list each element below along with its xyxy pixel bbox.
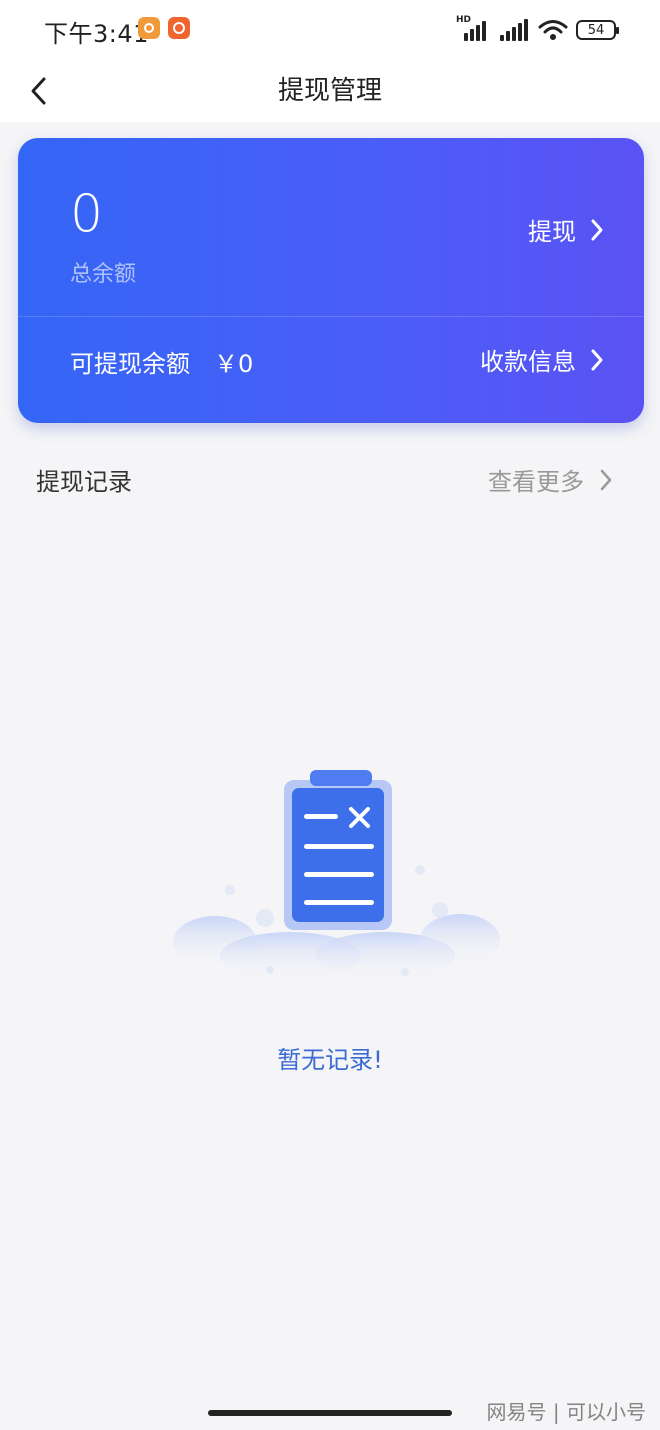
clipboard-empty-icon	[173, 770, 500, 980]
chevron-right-icon	[591, 219, 603, 240]
page-title: 提现管理	[277, 76, 382, 106]
available-balance-row: 可提现余额 ￥0	[70, 344, 253, 379]
records-title: 提现记录	[36, 468, 132, 496]
available-balance-label: 可提现余额	[70, 350, 190, 378]
card-divider	[18, 316, 644, 317]
payee-info-label: 收款信息	[480, 348, 576, 376]
hd-label: HD	[456, 15, 472, 25]
total-balance-label: 总余额	[70, 262, 137, 287]
total-balance-amount: 0	[70, 184, 104, 244]
signal-hd-icon: HD	[456, 15, 490, 41]
signal-icon	[498, 19, 530, 41]
chevron-right-icon	[600, 469, 612, 490]
available-balance-amount: ￥0	[214, 350, 254, 378]
battery-icon: 54	[576, 20, 619, 40]
wifi-icon	[538, 20, 568, 40]
app-notification-icon	[138, 17, 160, 39]
nav-bar: 提现管理	[0, 60, 660, 122]
payee-info-button[interactable]: 收款信息	[480, 342, 606, 377]
withdraw-label: 提现	[528, 218, 576, 246]
status-time: 下午3:41	[44, 20, 149, 48]
camera-notification-icon	[168, 17, 190, 39]
balance-card: 0 总余额 提现 可提现余额 ￥0 收款信息	[18, 138, 644, 423]
chevron-right-icon	[591, 349, 603, 370]
empty-state-text: 暂无记录!	[277, 1046, 383, 1074]
status-indicators: HD 54	[456, 15, 619, 44]
watermark: 网易号 | 可以小号	[486, 1400, 646, 1424]
view-more-button[interactable]: 查看更多	[488, 462, 614, 497]
home-indicator[interactable]	[208, 1410, 452, 1416]
status-bar: 下午3:41 HD 54	[0, 0, 660, 60]
records-header: 提现记录 查看更多	[0, 450, 660, 508]
view-more-label: 查看更多	[488, 468, 584, 496]
withdraw-button[interactable]: 提现	[528, 212, 606, 247]
